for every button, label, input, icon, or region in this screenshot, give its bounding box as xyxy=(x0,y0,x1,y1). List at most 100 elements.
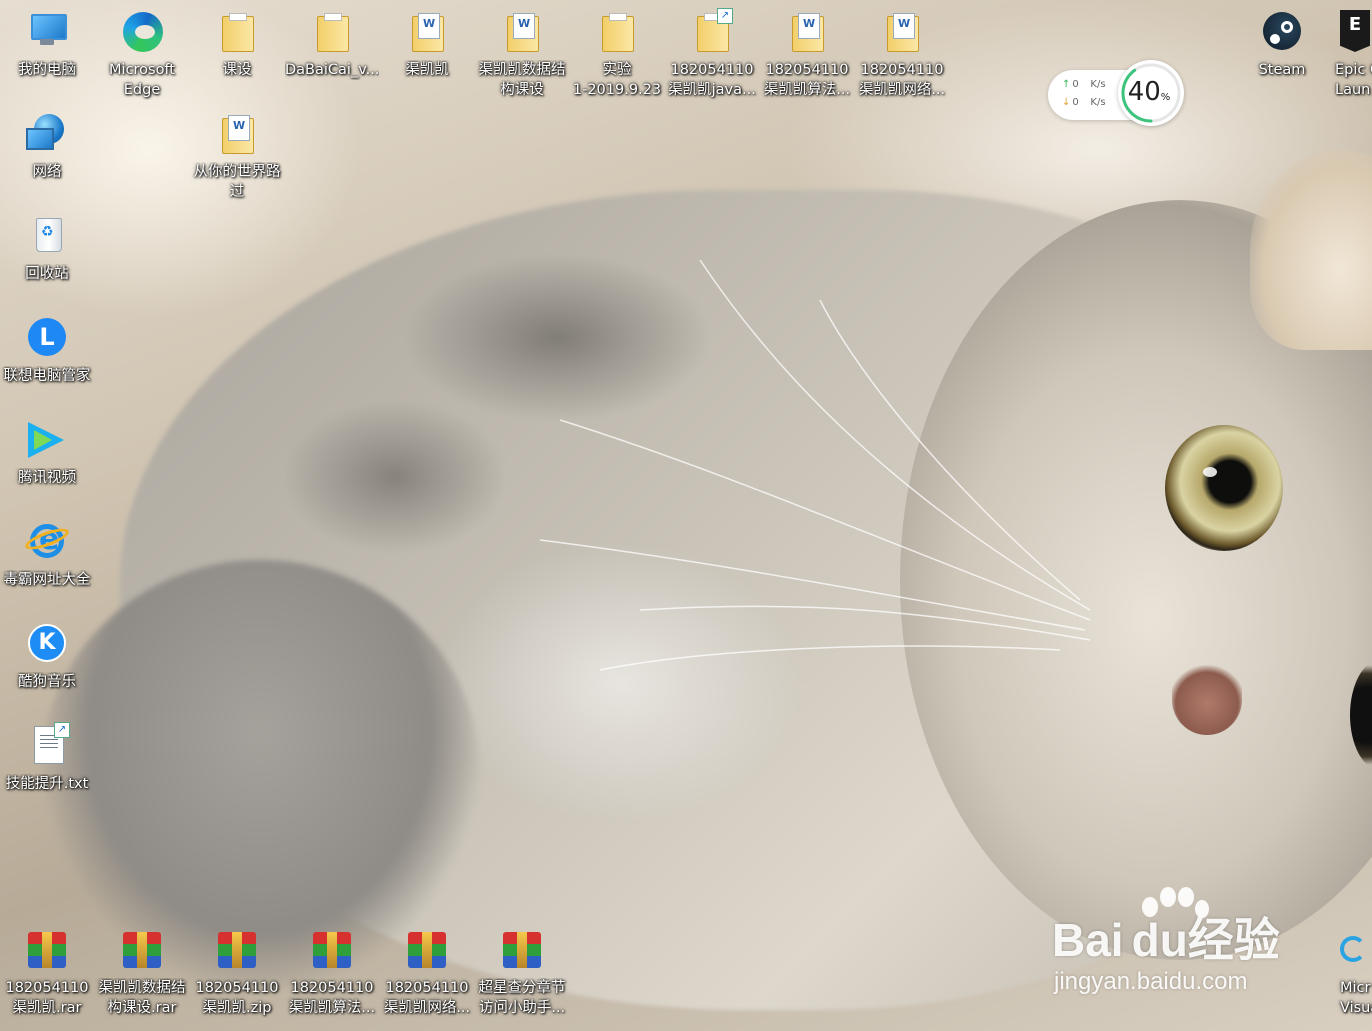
desktop-icon-java[interactable]: ↗ 182054110 渠凯凯java... xyxy=(665,8,759,100)
desktop-icon-label: 182054110 xyxy=(765,62,849,78)
desktop-icon-label: 渠凯凯数据结 xyxy=(98,980,186,996)
desktop-icon-label: Epic G xyxy=(1335,62,1372,78)
desktop-icon-label: 联想电脑管家 xyxy=(3,368,91,384)
download-arrow-icon: ↓ xyxy=(1062,97,1071,108)
usage-percent-suffix: % xyxy=(1160,92,1171,103)
desktop-icon-lenovo[interactable]: L 联想电脑管家 xyxy=(0,314,94,386)
desktop-icon-algorithm[interactable]: 182054110 渠凯凯算法... xyxy=(760,8,854,100)
desktop-icon-label-line2: 构课设.rar xyxy=(107,1000,177,1016)
lenovo-icon: L xyxy=(24,314,70,360)
epic-games-icon: E xyxy=(1332,8,1372,54)
desktop-icon-rar-4[interactable]: 182054110 渠凯凯算法... xyxy=(285,926,379,1018)
desktop-icon-experiment[interactable]: 实验 1-2019.9.23 xyxy=(570,8,664,100)
network-icon xyxy=(24,110,70,156)
usage-percent-text: 40% xyxy=(1118,76,1180,114)
winrar-icon xyxy=(119,926,165,972)
desktop-icon-label-line2: 渠凯凯.zip xyxy=(202,1000,272,1016)
word-folder-icon xyxy=(784,8,830,54)
kugou-icon: K xyxy=(24,620,70,666)
word-folder-icon xyxy=(404,8,450,54)
desktop-icon-label: 182054110 xyxy=(385,980,469,996)
winrar-icon xyxy=(309,926,355,972)
desktop-icon-keshe[interactable]: 课设 xyxy=(190,8,284,80)
upload-speed-value: 0 xyxy=(1072,79,1079,90)
desktop-icon-label: DaBaiCai_v... xyxy=(285,62,379,78)
desktop-icon-label: 182054110 xyxy=(290,980,374,996)
desktop-icon-rar-2[interactable]: 渠凯凯数据结 构课设.rar xyxy=(95,926,189,1018)
desktop-icon-label-line2: 访问小助手... xyxy=(478,1000,566,1016)
desktop-icon-epic-games[interactable]: E Epic G Laun xyxy=(1332,8,1372,100)
shortcut-arrow-icon: ↗ xyxy=(54,722,70,738)
winrar-icon xyxy=(404,926,450,972)
desktop-icon-label: 课设 xyxy=(222,62,252,78)
upload-speed-row: ↑ 0 K/s xyxy=(1062,78,1106,92)
desktop-icon-label: 实验 xyxy=(602,62,632,78)
word-folder-icon xyxy=(879,8,925,54)
desktop-icon-my-computer[interactable]: 我的电脑 xyxy=(0,8,94,80)
download-speed-value: 0 xyxy=(1072,97,1079,108)
desktop-icon-label-line2: Laun xyxy=(1335,82,1371,98)
desktop-icon-label: 毒霸网址大全 xyxy=(3,572,91,588)
desktop-icon-label-line2: 构课设 xyxy=(500,82,544,98)
desktop-icon-label: 腾讯视频 xyxy=(18,470,76,486)
desktop-icon-rar-1[interactable]: 182054110 渠凯凯.rar xyxy=(0,926,94,1018)
desktop-icon-data-structure[interactable]: 渠凯凯数据结构课设 xyxy=(475,8,569,100)
visual-studio-icon xyxy=(1336,926,1372,972)
memory-usage-gauge[interactable]: 40% xyxy=(1118,60,1184,126)
shortcut-folder-icon: ↗ xyxy=(689,8,735,54)
desktop-icon-label: 182054110 xyxy=(670,62,754,78)
usage-percent-value: 40 xyxy=(1127,77,1161,107)
upload-speed-unit: K/s xyxy=(1090,79,1106,90)
desktop-icon-duba[interactable]: 毒霸网址大全 xyxy=(0,518,94,590)
desktop-icon-zip-3[interactable]: 182054110 渠凯凯.zip xyxy=(190,926,284,1018)
recycle-bin-icon xyxy=(24,212,70,258)
desktop-icon-label: 182054110 xyxy=(5,980,89,996)
desktop-icon-kugou[interactable]: K 酷狗音乐 xyxy=(0,620,94,692)
desktop-icon-dabaicai[interactable]: DaBaiCai_v... xyxy=(285,8,379,80)
desktop-icon-tencent-video[interactable]: 腾讯视频 xyxy=(0,416,94,488)
desktop-icon-edge[interactable]: Microsoft Edge xyxy=(95,8,189,100)
desktop-icon-label: 超星查分章节 xyxy=(478,980,566,996)
desktop-icon-label: Microsoft xyxy=(109,62,175,78)
desktop-icon-network-doc[interactable]: 182054110 渠凯凯网络... xyxy=(855,8,949,100)
shortcut-arrow-icon: ↗ xyxy=(717,8,733,24)
desktop-icon-label-line2: 渠凯凯网络... xyxy=(383,1000,471,1016)
desktop-icon-label: 182054110 xyxy=(860,62,944,78)
desktop-icon-label-line2: 过 xyxy=(229,184,245,200)
folder-icon xyxy=(309,8,355,54)
desktop-icon-recycle-bin[interactable]: 回收站 xyxy=(0,212,94,284)
desktop-icon-world-passing[interactable]: 从你的世界路过 xyxy=(190,110,284,202)
desktop-icon-label: 182054110 xyxy=(195,980,279,996)
desktop-icon-label-line2: 渠凯凯.rar xyxy=(12,1000,82,1016)
desktop-icon-label: 酷狗音乐 xyxy=(18,674,76,690)
desktop-icon-skill-txt[interactable]: ↗ 技能提升.txt xyxy=(0,722,94,794)
winrar-icon xyxy=(214,926,260,972)
desktop-icon-label: 我的电脑 xyxy=(18,62,76,78)
desktop-icon-label-line2: 渠凯凯网络... xyxy=(858,82,946,98)
desktop-icon-label-line2: Visua xyxy=(1340,1000,1372,1016)
download-speed-unit: K/s xyxy=(1090,97,1106,108)
steam-icon xyxy=(1259,8,1305,54)
desktop-icon-label-line2: 渠凯凯算法... xyxy=(288,1000,376,1016)
desktop-icon-label-line2: 渠凯凯java... xyxy=(668,82,756,98)
desktop-icon-visual-studio[interactable]: Micr Visua xyxy=(1336,926,1372,1018)
desktop-icon-rar-5[interactable]: 182054110 渠凯凯网络... xyxy=(380,926,474,1018)
baidu-paw-icon xyxy=(1142,887,1209,918)
desktop-icon-label-line2: 渠凯凯算法... xyxy=(763,82,851,98)
desktop-icon-label: 技能提升.txt xyxy=(5,776,89,792)
baidu-jingyan-url: jingyan.baidu.com xyxy=(1054,968,1248,995)
ie-icon xyxy=(22,518,72,564)
folder-icon xyxy=(594,8,640,54)
desktop-icon-label: 网络 xyxy=(32,164,62,180)
desktop-icon-rar-6[interactable]: 超星查分章节 访问小助手... xyxy=(475,926,569,1018)
desktop-icon-label: Steam xyxy=(1258,62,1306,78)
desktop-icon-label: 渠凯凯 xyxy=(405,62,449,78)
computer-icon xyxy=(24,8,70,54)
word-folder-icon xyxy=(499,8,545,54)
desktop-icon-network[interactable]: 网络 xyxy=(0,110,94,182)
desktop-icon-qukaikai[interactable]: 渠凯凯 xyxy=(380,8,474,80)
tencent-video-icon xyxy=(24,416,70,462)
baidu-brand-left: Bai xyxy=(1052,914,1124,966)
desktop-icon-steam[interactable]: Steam xyxy=(1235,8,1329,80)
upload-arrow-icon: ↑ xyxy=(1062,79,1071,90)
